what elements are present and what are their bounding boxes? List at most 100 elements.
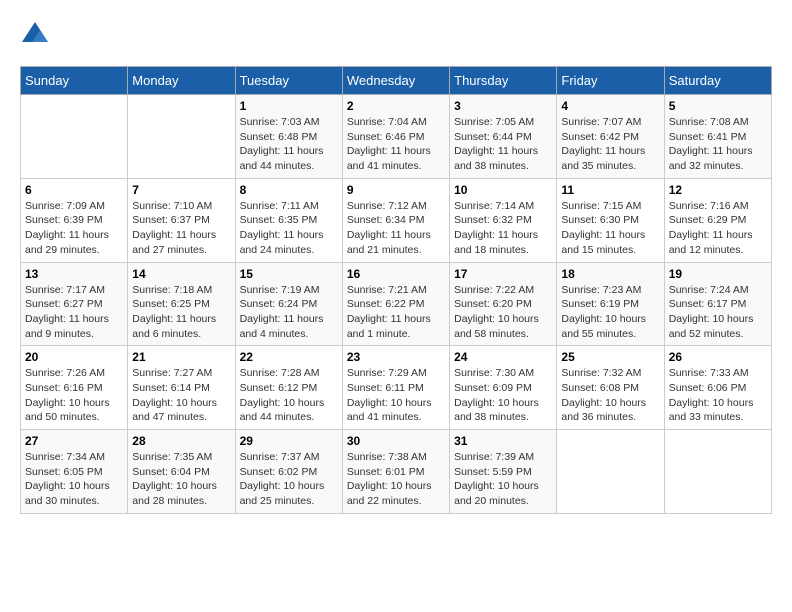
day-cell: 21Sunrise: 7:27 AM Sunset: 6:14 PM Dayli… bbox=[128, 346, 235, 430]
day-info: Sunrise: 7:03 AM Sunset: 6:48 PM Dayligh… bbox=[240, 115, 338, 174]
day-cell: 7 Sunrise: 7:10 AM Sunset: 6:37 PM Daylig… bbox=[128, 178, 235, 262]
day-cell: 3 Sunrise: 7:05 AM Sunset: 6:44 PM Daylig… bbox=[450, 95, 557, 179]
day-cell: 14 Sunrise: 7:18 AM Sunset: 6:25 PM Dayli… bbox=[128, 262, 235, 346]
day-number: 10 bbox=[454, 183, 552, 197]
day-number: 22 bbox=[240, 350, 338, 364]
day-cell: 8 Sunrise: 7:11 AM Sunset: 6:35 PM Daylig… bbox=[235, 178, 342, 262]
day-number: 31 bbox=[454, 434, 552, 448]
day-number: 19 bbox=[669, 267, 767, 281]
day-info: Sunrise: 7:04 AM Sunset: 6:46 PM Dayligh… bbox=[347, 115, 445, 174]
day-cell bbox=[128, 95, 235, 179]
day-number: 21 bbox=[132, 350, 230, 364]
day-cell: 24Sunrise: 7:30 AM Sunset: 6:09 PM Dayli… bbox=[450, 346, 557, 430]
day-info: Sunrise: 7:35 AM Sunset: 6:04 PM Dayligh… bbox=[132, 450, 230, 509]
day-number: 13 bbox=[25, 267, 123, 281]
day-number: 14 bbox=[132, 267, 230, 281]
day-info: Sunrise: 7:11 AM Sunset: 6:35 PM Dayligh… bbox=[240, 199, 338, 258]
week-row-1: 6 Sunrise: 7:09 AM Sunset: 6:39 PM Daylig… bbox=[21, 178, 772, 262]
day-info: Sunrise: 7:05 AM Sunset: 6:44 PM Dayligh… bbox=[454, 115, 552, 174]
day-info: Sunrise: 7:37 AM Sunset: 6:02 PM Dayligh… bbox=[240, 450, 338, 509]
page-header bbox=[20, 20, 772, 50]
header-wednesday: Wednesday bbox=[342, 67, 449, 95]
day-cell: 9 Sunrise: 7:12 AM Sunset: 6:34 PM Daylig… bbox=[342, 178, 449, 262]
day-info: Sunrise: 7:10 AM Sunset: 6:37 PM Dayligh… bbox=[132, 199, 230, 258]
week-row-0: 1 Sunrise: 7:03 AM Sunset: 6:48 PM Daylig… bbox=[21, 95, 772, 179]
day-cell: 31 Sunrise: 7:39 AM Sunset: 5:59 PM Dayli… bbox=[450, 430, 557, 514]
day-cell: 30Sunrise: 7:38 AM Sunset: 6:01 PM Dayli… bbox=[342, 430, 449, 514]
day-number: 23 bbox=[347, 350, 445, 364]
day-info: Sunrise: 7:30 AM Sunset: 6:09 PM Dayligh… bbox=[454, 366, 552, 425]
day-cell: 20 Sunrise: 7:26 AM Sunset: 6:16 PM Dayli… bbox=[21, 346, 128, 430]
day-number: 12 bbox=[669, 183, 767, 197]
day-number: 28 bbox=[132, 434, 230, 448]
day-number: 17 bbox=[454, 267, 552, 281]
day-info: Sunrise: 7:24 AM Sunset: 6:17 PM Dayligh… bbox=[669, 283, 767, 342]
day-cell: 17 Sunrise: 7:22 AM Sunset: 6:20 PM Dayli… bbox=[450, 262, 557, 346]
day-number: 29 bbox=[240, 434, 338, 448]
header-saturday: Saturday bbox=[664, 67, 771, 95]
day-number: 5 bbox=[669, 99, 767, 113]
day-info: Sunrise: 7:39 AM Sunset: 5:59 PM Dayligh… bbox=[454, 450, 552, 509]
day-cell: 2 Sunrise: 7:04 AM Sunset: 6:46 PM Daylig… bbox=[342, 95, 449, 179]
day-info: Sunrise: 7:34 AM Sunset: 6:05 PM Dayligh… bbox=[25, 450, 123, 509]
day-info: Sunrise: 7:32 AM Sunset: 6:08 PM Dayligh… bbox=[561, 366, 659, 425]
day-cell: 19 Sunrise: 7:24 AM Sunset: 6:17 PM Dayli… bbox=[664, 262, 771, 346]
week-row-3: 20 Sunrise: 7:26 AM Sunset: 6:16 PM Dayli… bbox=[21, 346, 772, 430]
day-info: Sunrise: 7:29 AM Sunset: 6:11 PM Dayligh… bbox=[347, 366, 445, 425]
day-cell: 29 Sunrise: 7:37 AM Sunset: 6:02 PM Dayli… bbox=[235, 430, 342, 514]
day-info: Sunrise: 7:26 AM Sunset: 6:16 PM Dayligh… bbox=[25, 366, 123, 425]
day-number: 6 bbox=[25, 183, 123, 197]
day-cell bbox=[557, 430, 664, 514]
day-cell: 1 Sunrise: 7:03 AM Sunset: 6:48 PM Daylig… bbox=[235, 95, 342, 179]
day-cell: 23 Sunrise: 7:29 AM Sunset: 6:11 PM Dayli… bbox=[342, 346, 449, 430]
day-cell: 18Sunrise: 7:23 AM Sunset: 6:19 PM Dayli… bbox=[557, 262, 664, 346]
day-number: 1 bbox=[240, 99, 338, 113]
day-number: 7 bbox=[132, 183, 230, 197]
day-cell: 26Sunrise: 7:33 AM Sunset: 6:06 PM Dayli… bbox=[664, 346, 771, 430]
day-info: Sunrise: 7:19 AM Sunset: 6:24 PM Dayligh… bbox=[240, 283, 338, 342]
day-cell: 22 Sunrise: 7:28 AM Sunset: 6:12 PM Dayli… bbox=[235, 346, 342, 430]
day-number: 3 bbox=[454, 99, 552, 113]
day-number: 18 bbox=[561, 267, 659, 281]
day-number: 2 bbox=[347, 99, 445, 113]
day-info: Sunrise: 7:15 AM Sunset: 6:30 PM Dayligh… bbox=[561, 199, 659, 258]
calendar-table: SundayMondayTuesdayWednesdayThursdayFrid… bbox=[20, 66, 772, 514]
day-cell: 16Sunrise: 7:21 AM Sunset: 6:22 PM Dayli… bbox=[342, 262, 449, 346]
day-cell: 27Sunrise: 7:34 AM Sunset: 6:05 PM Dayli… bbox=[21, 430, 128, 514]
day-number: 9 bbox=[347, 183, 445, 197]
header-monday: Monday bbox=[128, 67, 235, 95]
day-info: Sunrise: 7:08 AM Sunset: 6:41 PM Dayligh… bbox=[669, 115, 767, 174]
day-number: 8 bbox=[240, 183, 338, 197]
header-thursday: Thursday bbox=[450, 67, 557, 95]
day-number: 4 bbox=[561, 99, 659, 113]
header-sunday: Sunday bbox=[21, 67, 128, 95]
logo-icon bbox=[20, 20, 50, 50]
day-number: 11 bbox=[561, 183, 659, 197]
day-info: Sunrise: 7:28 AM Sunset: 6:12 PM Dayligh… bbox=[240, 366, 338, 425]
day-info: Sunrise: 7:07 AM Sunset: 6:42 PM Dayligh… bbox=[561, 115, 659, 174]
logo bbox=[20, 20, 54, 50]
week-row-2: 13 Sunrise: 7:17 AM Sunset: 6:27 PM Dayli… bbox=[21, 262, 772, 346]
day-number: 15 bbox=[240, 267, 338, 281]
day-info: Sunrise: 7:14 AM Sunset: 6:32 PM Dayligh… bbox=[454, 199, 552, 258]
day-info: Sunrise: 7:09 AM Sunset: 6:39 PM Dayligh… bbox=[25, 199, 123, 258]
day-cell bbox=[21, 95, 128, 179]
day-info: Sunrise: 7:17 AM Sunset: 6:27 PM Dayligh… bbox=[25, 283, 123, 342]
day-cell: 13 Sunrise: 7:17 AM Sunset: 6:27 PM Dayli… bbox=[21, 262, 128, 346]
day-info: Sunrise: 7:12 AM Sunset: 6:34 PM Dayligh… bbox=[347, 199, 445, 258]
day-cell: 11 Sunrise: 7:15 AM Sunset: 6:30 PM Dayli… bbox=[557, 178, 664, 262]
header-row: SundayMondayTuesdayWednesdayThursdayFrid… bbox=[21, 67, 772, 95]
day-number: 30 bbox=[347, 434, 445, 448]
day-cell: 25Sunrise: 7:32 AM Sunset: 6:08 PM Dayli… bbox=[557, 346, 664, 430]
day-cell: 4 Sunrise: 7:07 AM Sunset: 6:42 PM Daylig… bbox=[557, 95, 664, 179]
day-cell: 12 Sunrise: 7:16 AM Sunset: 6:29 PM Dayli… bbox=[664, 178, 771, 262]
day-info: Sunrise: 7:18 AM Sunset: 6:25 PM Dayligh… bbox=[132, 283, 230, 342]
day-number: 20 bbox=[25, 350, 123, 364]
day-cell: 6 Sunrise: 7:09 AM Sunset: 6:39 PM Daylig… bbox=[21, 178, 128, 262]
header-tuesday: Tuesday bbox=[235, 67, 342, 95]
week-row-4: 27Sunrise: 7:34 AM Sunset: 6:05 PM Dayli… bbox=[21, 430, 772, 514]
day-info: Sunrise: 7:33 AM Sunset: 6:06 PM Dayligh… bbox=[669, 366, 767, 425]
day-info: Sunrise: 7:16 AM Sunset: 6:29 PM Dayligh… bbox=[669, 199, 767, 258]
day-info: Sunrise: 7:22 AM Sunset: 6:20 PM Dayligh… bbox=[454, 283, 552, 342]
day-number: 16 bbox=[347, 267, 445, 281]
